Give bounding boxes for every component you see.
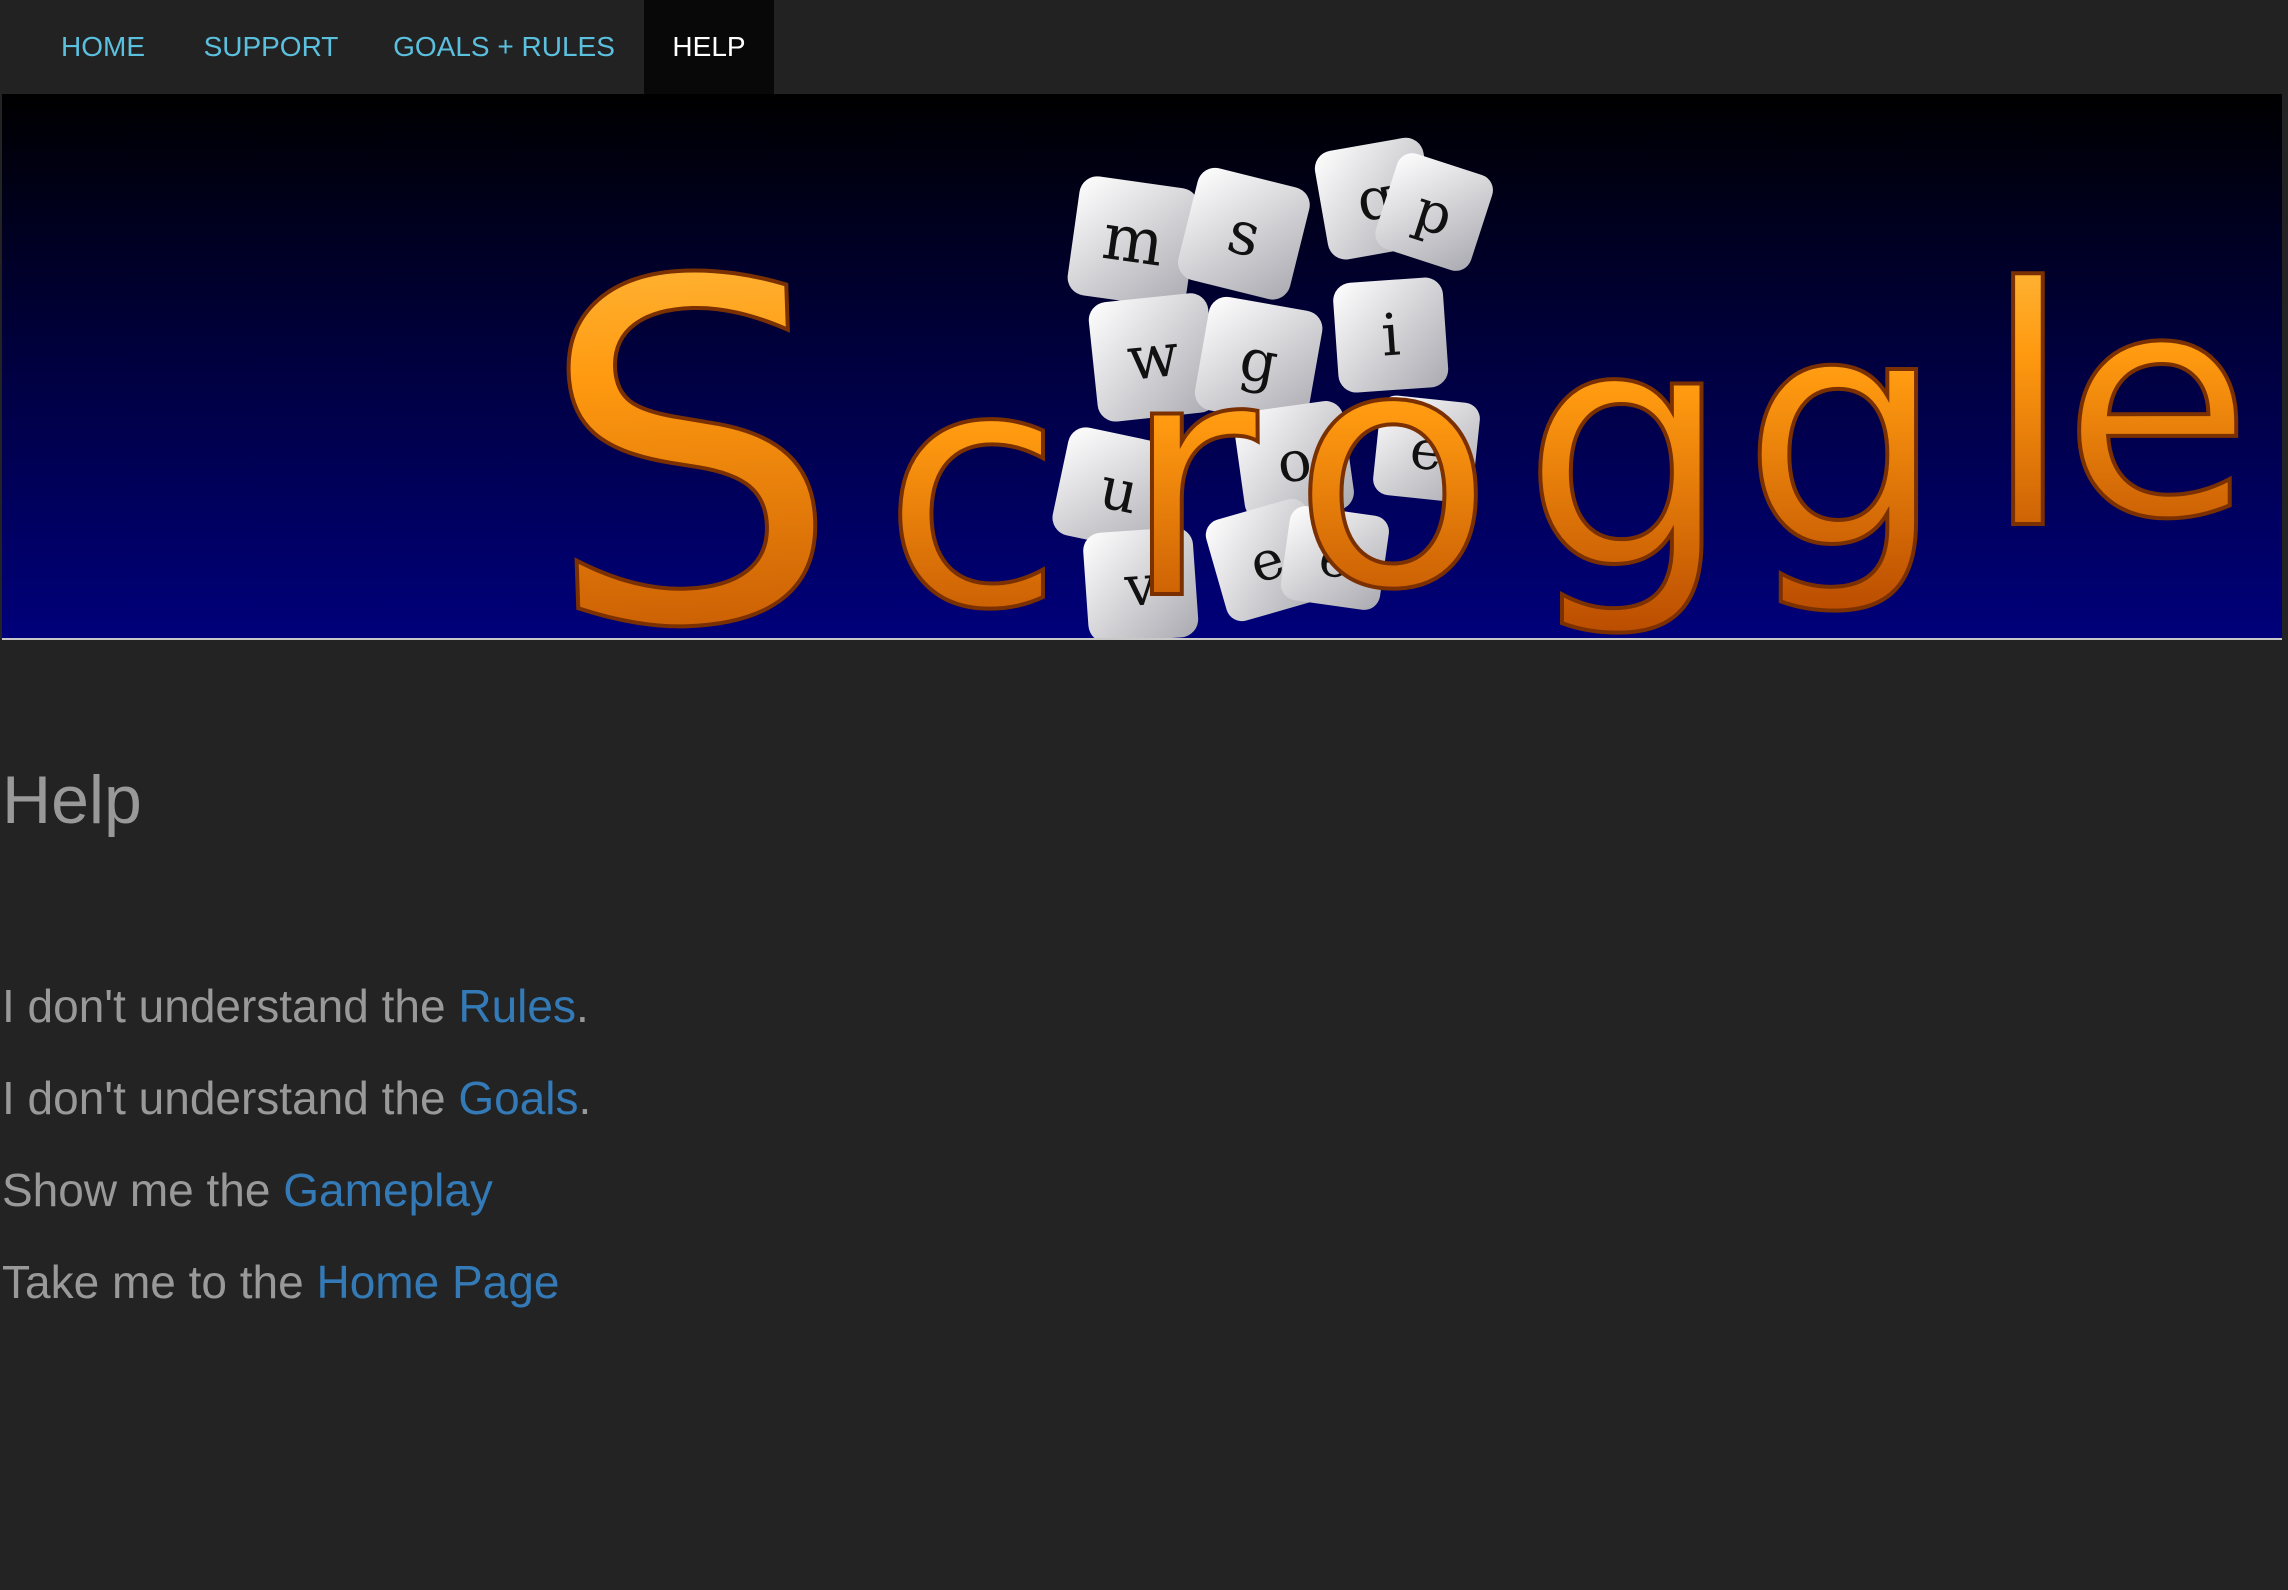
nav-goals-rules-link[interactable]: GOALS + RULES (378, 0, 630, 94)
svg-text:c: c (882, 298, 1063, 638)
rules-link[interactable]: Rules (458, 980, 576, 1032)
home-page-link[interactable]: Home Page (317, 1256, 560, 1308)
help-line-suffix: . (578, 1072, 592, 1124)
scroggle-logo-image: m s q p w g i u o e v e e S c r o g g l … (529, 137, 2255, 638)
svg-text:S: S (531, 178, 848, 638)
svg-text:e: e (2062, 227, 2253, 588)
goals-link[interactable]: Goals (458, 1072, 578, 1124)
svg-text:o: o (1292, 278, 1494, 638)
help-line-rules: I don't understand the Rules. (2, 978, 589, 1034)
svg-text:m: m (1098, 200, 1168, 282)
help-line-home: Take me to the Home Page (2, 1254, 559, 1310)
nav-support-link[interactable]: SUPPORT (188, 0, 354, 94)
gameplay-link[interactable]: Gameplay (283, 1164, 493, 1216)
help-line-text: Take me to the (2, 1256, 317, 1308)
page-title: Help (2, 762, 142, 838)
help-line-suffix: . (575, 980, 589, 1032)
svg-text:g: g (1522, 258, 1731, 638)
svg-text:g: g (1742, 248, 1945, 620)
svg-text:l: l (1982, 218, 2074, 602)
help-line-text: I don't understand the (2, 1072, 459, 1124)
help-line-goals: I don't understand the Goals. (2, 1070, 591, 1126)
nav-help-link[interactable]: HELP (644, 0, 774, 94)
help-line-text: Show me the (2, 1164, 284, 1216)
svg-text:r: r (1122, 288, 1261, 638)
scroggle-banner: m s q p w g i u o e v e e S c r o g g l … (2, 94, 2282, 640)
help-line-gameplay: Show me the Gameplay (2, 1162, 493, 1218)
top-navbar: HOME SUPPORT GOALS + RULES HELP (0, 0, 2288, 94)
nav-home-link[interactable]: HOME (42, 0, 164, 94)
help-line-text: I don't understand the (2, 980, 459, 1032)
